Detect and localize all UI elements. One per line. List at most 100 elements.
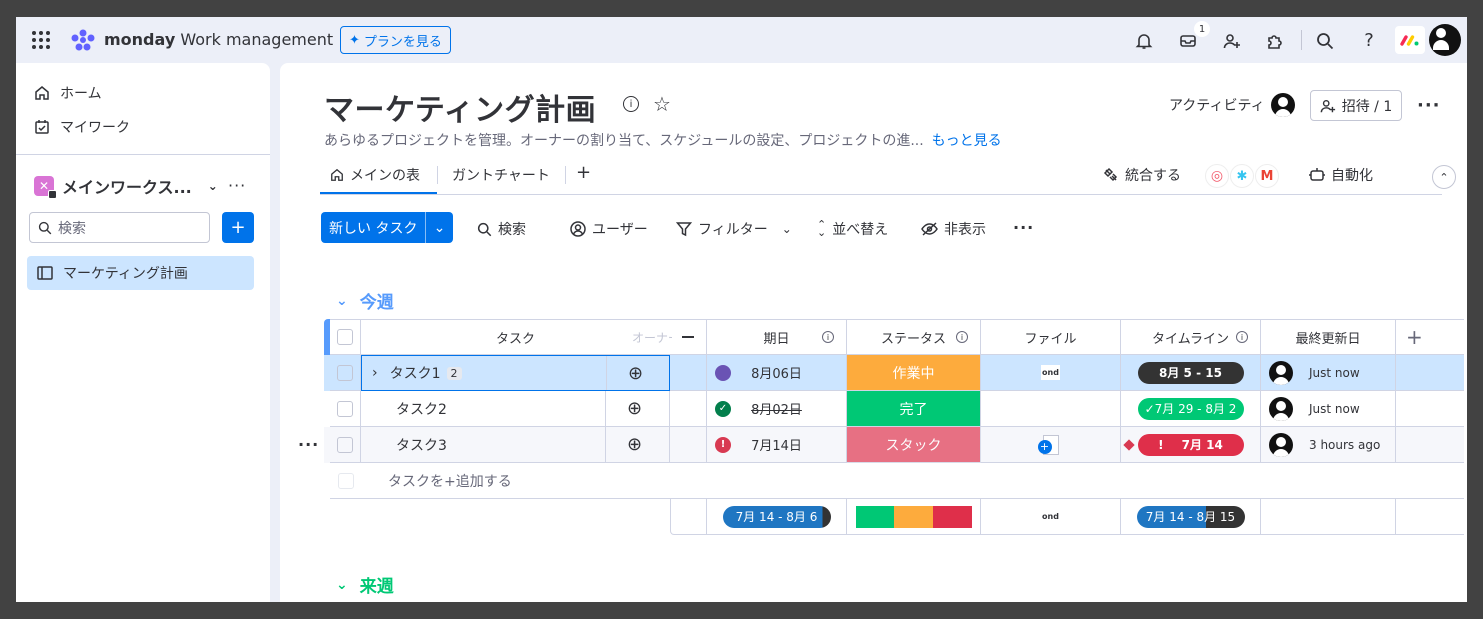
help-icon[interactable]: ? [1358,29,1380,51]
column-header-status[interactable]: ステータス i [847,319,981,355]
see-more-link[interactable]: もっと見る [932,133,1002,149]
star-icon[interactable]: ☆ [653,92,671,116]
invite-members-icon[interactable] [1221,30,1243,52]
timeline-value: 7月 29 - 8月 2 [1154,402,1237,416]
status-cell[interactable]: 作業中 [847,355,981,391]
file-cell[interactable]: ond [981,355,1121,391]
user-avatar-image [1429,24,1461,56]
search-button[interactable]: 検索 [477,219,526,239]
group-header-next-week[interactable]: ⌄ 来週 [336,572,394,598]
status-cell[interactable]: 完了 [847,391,981,427]
bell-icon[interactable] [1133,30,1155,52]
timeline-cell[interactable]: ✓ 7月 29 - 8月 2 [1121,391,1261,427]
apps-grid-icon[interactable] [30,29,52,51]
row-checkbox[interactable] [337,364,353,381]
subitems-count-badge[interactable]: 2 [446,366,462,380]
new-task-button[interactable]: 新しい タスク ⌄ [321,212,453,243]
file-thumbnail[interactable]: ond [1041,365,1060,380]
add-view-icon[interactable]: + [576,162,591,183]
timeline-cell[interactable]: 8月 5 - 15 [1121,355,1261,391]
table-row[interactable]: › タスク1 2 ⊕ 8月06日 作業中 ond 8月 5 - 15 Just … [324,355,1464,391]
task-name-cell[interactable]: › タスク1 2 ⊕ [361,355,670,391]
chevron-down-icon[interactable]: ⌄ [425,212,453,243]
summary-file-thumbnail[interactable]: ond [1041,509,1060,524]
tab-main-table[interactable]: メインの表 [330,165,420,185]
person-filter-button[interactable]: ユーザー [570,219,648,239]
add-update-icon[interactable]: ⊕ [627,398,642,419]
timeline-cell[interactable]: ! 7月 14 [1121,427,1261,463]
workspace-more-icon[interactable]: ··· [228,176,246,195]
column-header-owner[interactable] [670,319,707,355]
automate-button[interactable]: 自動化 [1309,165,1373,185]
task-name[interactable]: タスク1 [390,363,441,383]
row-checkbox[interactable] [337,436,353,453]
add-task-input[interactable]: タスクを+追加する [361,463,1464,499]
sidebar-item-my-work[interactable]: マイワーク [34,117,130,137]
task-name[interactable]: タスク3 [396,435,447,455]
row-checkbox[interactable] [337,400,353,417]
column-header-timeline[interactable]: タイムライン i [1121,319,1261,355]
collapse-header-icon[interactable]: ⌃ [1432,165,1456,189]
filter-button[interactable]: フィルター ⌄ [676,219,792,239]
file-cell[interactable] [981,391,1121,427]
owner-cell[interactable] [670,391,707,427]
table-row[interactable]: タスク2 ⊕ ✓ 8月02日 完了 ✓ 7月 29 - 8月 2 Just now [324,391,1464,427]
sort-icon: ⌃ ⌄ [817,218,827,239]
sort-button[interactable]: ⌃ ⌄ 並べ替え [817,219,888,239]
info-icon[interactable]: i [1236,331,1248,343]
add-file-icon[interactable]: + [1037,439,1052,454]
status-label: 作業中 [892,365,935,382]
table-row[interactable]: タスク3 ⊕ ! 7月14日 スタック + ! 7月 14 3 hours ago [324,427,1464,463]
group-header-this-week[interactable]: ⌄ 今週 [336,288,394,314]
workspace-selector[interactable]: ✕ メインワークス... ⌄ [34,174,218,199]
invite-button[interactable]: 招待 / 1 [1310,90,1402,121]
see-plans-button[interactable]: ✦ プランを見る [340,26,451,54]
puzzle-icon[interactable] [1264,30,1286,52]
task-name-cell[interactable]: タスク3 ⊕ [361,427,670,463]
status-cell[interactable]: スタック [847,427,981,463]
chevron-down-icon[interactable]: ⌄ [336,293,348,309]
user-avatar[interactable] [1429,24,1461,56]
chevron-down-icon[interactable]: ⌄ [336,577,348,593]
board-more-icon[interactable]: ··· [1417,95,1441,116]
person-icon [570,221,586,237]
column-header-date[interactable]: 期日 i [707,319,847,355]
chevron-right-icon[interactable]: › [372,365,378,381]
add-task-row[interactable]: タスクを+追加する [324,463,1464,499]
hide-button[interactable]: 非表示 [921,219,986,239]
task-name[interactable]: タスク2 [396,399,447,419]
chevron-down-icon[interactable]: ⌄ [782,222,792,236]
add-column-button[interactable]: + [1396,319,1464,355]
add-item-button[interactable]: + [222,212,254,243]
date-cell[interactable]: 8月06日 [707,355,847,391]
date-cell[interactable]: ! 7月14日 [707,427,847,463]
info-icon[interactable]: i [956,331,968,343]
info-icon[interactable]: i [822,331,834,343]
row-more-icon[interactable]: ··· [298,435,319,454]
task-name-cell[interactable]: タスク2 ⊕ [361,391,670,427]
board-description-text: あらゆるプロジェクトを管理。オーナーの割り当て、スケジュールの設定、プロジェクト… [324,133,924,149]
owner-cell[interactable] [670,355,707,391]
date-cell[interactable]: ✓ 8月02日 [707,391,847,427]
monday-apps-icon[interactable] [1395,26,1425,54]
toolbar-more-icon[interactable]: ··· [1013,218,1034,237]
file-cell[interactable]: + [981,427,1121,463]
activity-button[interactable]: アクティビティ [1169,93,1295,117]
sidebar-item-home[interactable]: ホーム [34,83,102,103]
column-header-label: 最終更新日 [1295,331,1361,347]
integrate-button[interactable]: 統合する [1103,165,1181,185]
add-update-icon[interactable]: ⊕ [628,363,643,384]
add-update-icon[interactable]: ⊕ [627,434,642,455]
search-icon[interactable] [1314,30,1336,52]
sidebar-search-input[interactable]: 検索 [29,212,210,243]
tab-gantt[interactable]: ガントチャート [452,165,550,185]
column-header-last-updated[interactable]: 最終更新日 [1261,319,1396,355]
sidebar-item-marketing-board[interactable]: マーケティング計画 [27,256,254,290]
sidebar-divider [16,154,270,155]
column-header-task[interactable]: タスク オーナー [361,319,672,355]
column-header-file[interactable]: ファイル [981,319,1121,355]
select-all-checkbox[interactable] [337,329,353,345]
board-title[interactable]: マーケティング計画 [324,85,596,129]
info-icon[interactable]: i [623,96,639,112]
owner-cell[interactable] [670,427,707,463]
